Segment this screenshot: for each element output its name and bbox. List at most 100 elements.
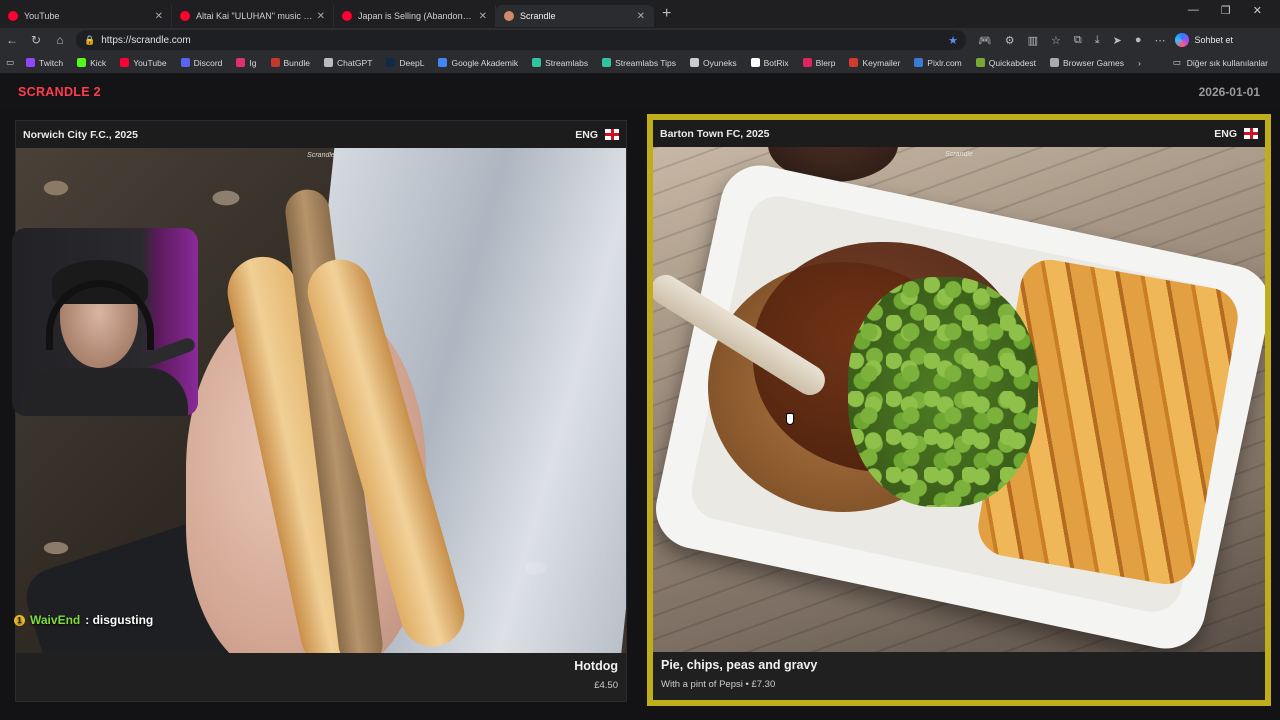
bookmark-botrix[interactable]: BotRix [750,58,789,68]
back-icon[interactable]: ← [0,33,24,47]
browser-tools: 🎮 ⚙ ▥ ☆ ⧉ ⤓ ➤ ● ⋯ [978,34,1165,47]
card-header: Norwich City F.C., 2025 ENG [16,121,626,148]
profile-avatar-icon[interactable]: ● [1135,34,1142,46]
webcam-body [18,368,188,416]
copilot-label: Sohbet et [1194,35,1233,45]
mouse-cursor-icon [786,413,794,425]
bookmark-twitch[interactable]: Twitch [26,58,63,68]
bookmark-oyuneks[interactable]: Oyuneks [690,58,737,68]
bookmark-streamlabs[interactable]: Streamlabs [532,58,588,68]
bookmark-deepl[interactable]: DeepL [386,58,424,68]
new-tab-icon[interactable]: + [662,5,671,23]
bundle-icon [270,58,280,67]
tab-youtube[interactable]: YouTube ✕ [0,5,172,27]
tab-label: Scrandle [520,11,556,21]
url-text: https://scrandle.com [101,34,191,46]
keymailer-icon [849,58,859,67]
chevron-right-icon[interactable]: › [1138,58,1141,68]
maximize-icon[interactable]: ❐ [1221,4,1231,17]
bookmark-keymailer[interactable]: Keymailer [849,58,900,68]
england-flag-icon [605,129,619,140]
food-detail: £4.50 [594,680,618,691]
game-logo[interactable]: SCRANDLE 2 [18,85,101,99]
bookmark-browser-games[interactable]: Browser Games [1050,58,1124,68]
tab-japan[interactable]: Japan is Selling (Abandoned) Hou... ✕ [334,5,496,27]
copilot-button[interactable]: Sohbet et [1175,33,1233,47]
streamlabs-icon [532,58,542,67]
tab-scrandle[interactable]: Scrandle ✕ [496,5,654,27]
country-code: ENG [575,128,598,141]
tab-bar: YouTube ✕ Altai Kai "ULUHAN" music vid..… [0,0,1280,28]
watermark: Scrandle [945,151,973,158]
bookmark-pixlr[interactable]: Pixlr.com [914,58,962,68]
bookmark-streamlabs-tips[interactable]: Streamlabs Tips [602,58,676,68]
quickabdest-icon [975,58,985,67]
close-icon[interactable]: ✕ [155,11,163,22]
address-bar[interactable]: 🔒 https://scrandle.com ★ [76,30,966,50]
bookmark-chatgpt[interactable]: ChatGPT [323,58,372,68]
bookmarks-bar: ▭ Twitch Kick YouTube Discord Ig Bundle … [0,52,1280,74]
watermark: Scrandle [307,152,335,159]
home-icon[interactable]: ⌂ [48,33,72,47]
extensions-icon[interactable]: ⚙ [1005,34,1015,47]
close-icon[interactable]: ✕ [479,11,487,22]
share-icon[interactable]: ➤ [1113,34,1122,47]
club-name: Barton Town FC, 2025 [660,127,770,140]
bookmark-kick[interactable]: Kick [77,58,106,68]
tab-altai-kai[interactable]: Altai Kai "ULUHAN" music vid... ✕ [172,5,334,27]
food-detail: With a pint of Pepsi • £7.30 [661,679,776,690]
right-choice-card[interactable]: Barton Town FC, 2025 ENG Scrandle Pie, c… [647,114,1271,706]
close-window-icon[interactable]: ✕ [1253,4,1262,17]
site-info-icon[interactable]: 🔒 [84,35,95,46]
bookmark-quickabdest[interactable]: Quickabdest [975,58,1036,68]
bookmark-youtube[interactable]: YouTube [120,58,167,68]
pixlr-icon [914,58,924,67]
kick-icon [77,58,87,67]
game-header: SCRANDLE 2 2026-01-01 [0,75,1280,109]
scrandle-favicon-icon [504,11,514,21]
england-flag-icon [1244,128,1258,139]
collections-icon[interactable]: ⧉ [1074,34,1082,47]
more-icon[interactable]: ⋯ [1154,34,1165,47]
bookmark-ig[interactable]: Ig [236,58,257,68]
window-controls: — ❐ ✕ [1188,4,1280,17]
photo-peas [848,277,1038,507]
streamlabs-icon [602,58,612,67]
bookmark-google-akademik[interactable]: Google Akademik [438,58,518,68]
country: ENG [575,129,619,141]
bookmark-blerp[interactable]: Blerp [802,58,835,68]
bookmark-bundle[interactable]: Bundle [270,58,310,68]
chat-username: WaivEnd [30,613,81,627]
copilot-icon [1175,33,1190,47]
chat-badge-icon: 1 [14,614,25,626]
download-icon[interactable]: ⤓ [1095,34,1100,47]
refresh-icon[interactable]: ↻ [24,33,48,47]
minimize-icon[interactable]: — [1188,4,1199,17]
sidebar-toggle-icon[interactable]: ▭ [6,57,14,68]
tab-label: Altai Kai "ULUHAN" music vid... [196,11,313,21]
other-favorites[interactable]: ▭ Diğer sık kullanılanlar [1173,57,1268,68]
chat-message: 1 WaivEnd : disgusting [14,613,153,627]
bookmark-discord[interactable]: Discord [180,58,222,68]
chatgpt-icon [323,58,333,67]
close-icon[interactable]: ✕ [637,11,645,22]
card-footer: Hotdog £4.50 [16,653,626,701]
game-date: 2026-01-01 [1198,85,1260,99]
botrix-icon [750,58,760,67]
split-screen-icon[interactable]: ▥ [1028,34,1038,47]
favorite-star-icon[interactable]: ★ [948,34,958,47]
deepl-icon [386,58,396,67]
scholar-icon [438,58,448,67]
card-header: Barton Town FC, 2025 ENG [653,120,1265,147]
country: ENG [1214,128,1258,140]
food-photo: Scrandle [653,147,1265,652]
youtube-icon [120,58,130,67]
tab-label: YouTube [24,11,60,21]
chat-text: : disgusting [85,613,154,627]
food-name: Pie, chips, peas and gravy [661,658,818,672]
webcam-overlay [12,228,198,416]
discord-icon [180,58,190,67]
favorites-icon[interactable]: ☆ [1051,34,1061,47]
close-icon[interactable]: ✕ [317,11,325,22]
gamepad-icon[interactable]: 🎮 [978,34,992,47]
